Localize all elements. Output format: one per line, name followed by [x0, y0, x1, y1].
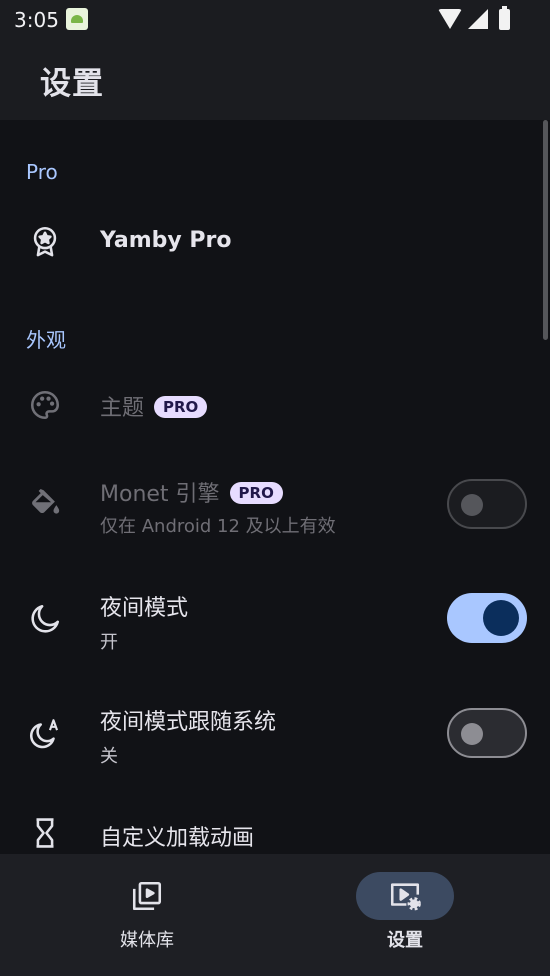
- monet-engine-switch[interactable]: [447, 479, 527, 529]
- pro-badge: PRO: [229, 482, 283, 504]
- palette-icon: [28, 388, 62, 422]
- nav-label-settings: 设置: [387, 930, 423, 951]
- video-library-icon: [132, 881, 162, 911]
- status-time: 3:05: [14, 8, 59, 32]
- section-header-appearance: 外观: [26, 328, 66, 352]
- nav-label-media-library: 媒体库: [120, 930, 174, 951]
- monet-engine-label: Monet 引擎 PRO: [100, 476, 283, 508]
- pro-badge: PRO: [154, 396, 208, 418]
- theme-item[interactable]: 主题 PRO: [0, 370, 550, 440]
- bottom-navigation: 媒体库 设置: [0, 854, 550, 976]
- theme-title: 主题: [100, 396, 145, 421]
- switch-knob: [483, 600, 519, 636]
- signal-icon: [468, 9, 488, 29]
- moon-auto-icon: [28, 716, 62, 750]
- theme-label: 主题 PRO: [100, 390, 208, 422]
- settings-list[interactable]: Pro Yamby Pro 外观 主题 PRO Monet 引擎 PRO 仅在 …: [0, 120, 550, 854]
- nav-indicator: [356, 872, 454, 920]
- night-mode-follow-system-switch[interactable]: [447, 708, 527, 758]
- hourglass-icon: [28, 816, 62, 850]
- switch-knob: [461, 723, 483, 745]
- night-mode-switch[interactable]: [447, 593, 527, 643]
- paint-bucket-icon: [28, 486, 62, 520]
- status-bar: 3:05: [0, 0, 550, 40]
- award-icon: [28, 224, 62, 258]
- night-mode-item[interactable]: 夜间模式 开: [0, 582, 550, 666]
- page-title: 设置: [40, 66, 104, 102]
- custom-loading-animation-title: 自定义加载动画: [100, 826, 255, 851]
- night-mode-subtitle: 开: [100, 632, 118, 653]
- night-mode-follow-system-subtitle: 关: [100, 746, 118, 767]
- monet-engine-subtitle: 仅在 Android 12 及以上有效: [100, 516, 336, 537]
- nav-item-media-library[interactable]: 媒体库: [67, 872, 227, 952]
- yamby-pro-item[interactable]: Yamby Pro: [0, 206, 550, 276]
- wifi-icon: [438, 9, 462, 29]
- moon-icon: [28, 602, 62, 636]
- battery-icon: [499, 6, 510, 30]
- night-mode-title: 夜间模式: [100, 596, 189, 621]
- night-mode-follow-system-item[interactable]: 夜间模式跟随系统 关: [0, 696, 550, 780]
- monet-engine-title: Monet 引擎: [100, 482, 220, 507]
- android-notification-icon: [66, 8, 88, 30]
- nav-item-settings[interactable]: 设置: [325, 872, 485, 952]
- switch-knob: [461, 494, 483, 516]
- monet-engine-item[interactable]: Monet 引擎 PRO 仅在 Android 12 及以上有效: [0, 466, 550, 550]
- section-header-pro: Pro: [26, 160, 58, 184]
- video-settings-icon: [390, 883, 421, 911]
- nav-indicator: [98, 872, 196, 920]
- night-mode-follow-system-title: 夜间模式跟随系统: [100, 710, 277, 735]
- app-bar: 设置: [0, 40, 550, 120]
- custom-loading-animation-item[interactable]: 自定义加载动画: [0, 800, 550, 854]
- yamby-pro-label: Yamby Pro: [100, 228, 232, 253]
